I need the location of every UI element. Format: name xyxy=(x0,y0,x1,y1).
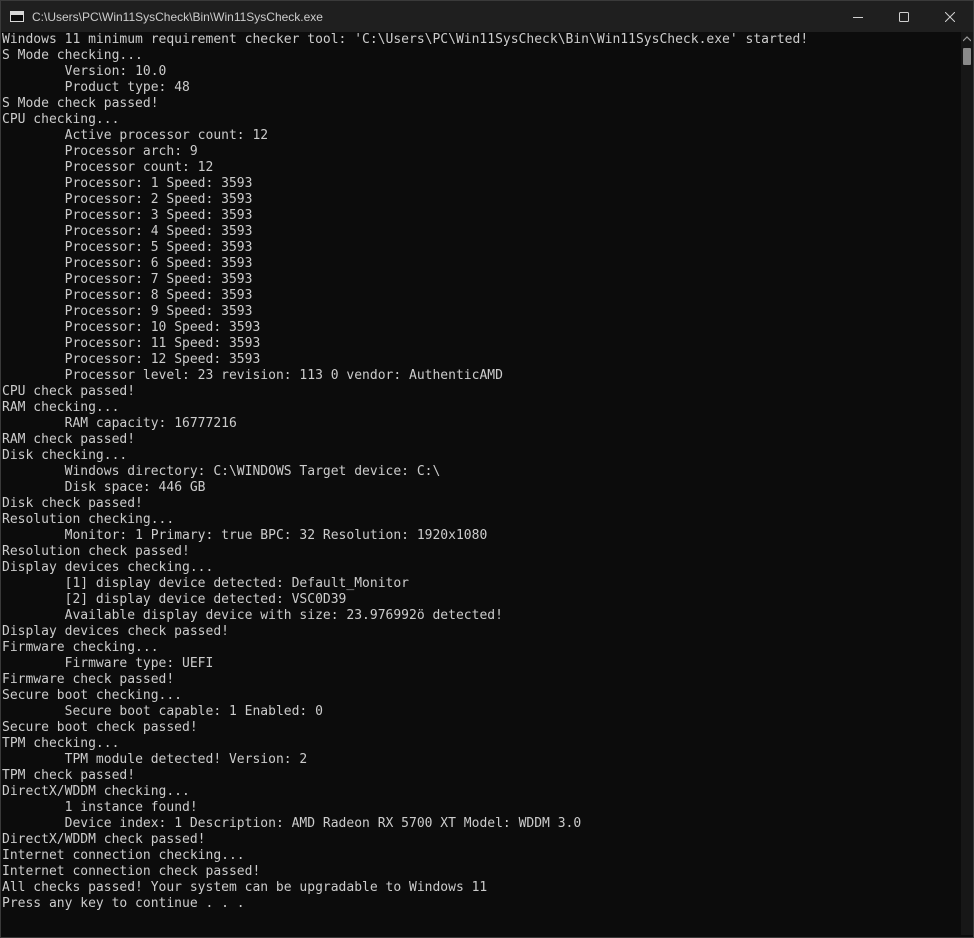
console-line: TPM check passed! xyxy=(2,768,136,783)
scroll-up-button[interactable] xyxy=(961,32,973,46)
console-line: Processor count: 12 xyxy=(2,160,214,175)
console-line: Resolution check passed! xyxy=(2,544,190,559)
console-line: Disk checking... xyxy=(2,448,128,463)
console-line: Processor: 1 Speed: 3593 xyxy=(2,176,253,191)
close-icon xyxy=(945,11,955,22)
console-line: Product type: 48 xyxy=(2,80,190,95)
console-output: Windows 11 minimum requirement checker t… xyxy=(1,32,963,912)
console-line: Active processor count: 12 xyxy=(2,128,269,143)
minimize-button[interactable] xyxy=(835,1,881,32)
console-line: Resolution checking... xyxy=(2,512,175,527)
window-title: C:\Users\PC\Win11SysCheck\Bin\Win11SysCh… xyxy=(32,9,323,24)
vertical-scrollbar[interactable] xyxy=(961,32,973,935)
console-line: Display devices checking... xyxy=(2,560,214,575)
console-line: Firmware check passed! xyxy=(2,672,175,687)
console-line: Secure boot checking... xyxy=(2,688,183,703)
console-line: Processor: 10 Speed: 3593 xyxy=(2,320,261,335)
console-line: RAM checking... xyxy=(2,400,120,415)
console-line: [2] display device detected: VSC0D39 xyxy=(2,592,347,607)
console-line: Processor: 9 Speed: 3593 xyxy=(2,304,253,319)
console-line: Processor: 6 Speed: 3593 xyxy=(2,256,253,271)
console-line: RAM check passed! xyxy=(2,432,136,447)
console-line: Internet connection check passed! xyxy=(2,864,261,879)
console-line: Disk space: 446 GB xyxy=(2,480,206,495)
console-line: Secure boot check passed! xyxy=(2,720,198,735)
console-line: CPU check passed! xyxy=(2,384,136,399)
chevron-up-icon xyxy=(963,36,971,42)
console-line: Available display device with size: 23.9… xyxy=(2,608,503,623)
minimize-icon xyxy=(853,16,863,18)
maximize-icon xyxy=(899,11,909,22)
console-line: Processor: 4 Speed: 3593 xyxy=(2,224,253,239)
console-output-area[interactable]: Windows 11 minimum requirement checker t… xyxy=(1,32,963,935)
console-line: [1] display device detected: Default_Mon… xyxy=(2,576,409,591)
console-line: Internet connection checking... xyxy=(2,848,245,863)
console-line: DirectX/WDDM check passed! xyxy=(2,832,206,847)
console-line: Processor level: 23 revision: 113 0 vend… xyxy=(2,368,503,383)
scrollbar-thumb[interactable] xyxy=(963,48,971,65)
console-line: S Mode checking... xyxy=(2,48,143,63)
console-window: C:\Users\PC\Win11SysCheck\Bin\Win11SysCh… xyxy=(0,0,974,938)
console-line: Display devices check passed! xyxy=(2,624,229,639)
console-line: Monitor: 1 Primary: true BPC: 32 Resolut… xyxy=(2,528,488,543)
title-bar[interactable]: C:\Users\PC\Win11SysCheck\Bin\Win11SysCh… xyxy=(1,1,973,32)
console-line: RAM capacity: 16777216 xyxy=(2,416,237,431)
console-line: Disk check passed! xyxy=(2,496,143,511)
console-line: Processor: 8 Speed: 3593 xyxy=(2,288,253,303)
console-line: DirectX/WDDM checking... xyxy=(2,784,190,799)
close-button[interactable] xyxy=(927,1,973,32)
console-line: CPU checking... xyxy=(2,112,120,127)
console-app-icon[interactable] xyxy=(10,11,24,22)
console-line: Windows 11 minimum requirement checker t… xyxy=(2,32,809,47)
console-line: Firmware type: UEFI xyxy=(2,656,214,671)
window-controls xyxy=(835,1,973,32)
console-line: Processor: 7 Speed: 3593 xyxy=(2,272,253,287)
console-line: S Mode check passed! xyxy=(2,96,159,111)
console-line: Processor: 11 Speed: 3593 xyxy=(2,336,261,351)
console-line: All checks passed! Your system can be up… xyxy=(2,880,488,895)
console-line: Firmware checking... xyxy=(2,640,159,655)
console-line: Processor arch: 9 xyxy=(2,144,198,159)
console-line: Processor: 2 Speed: 3593 xyxy=(2,192,253,207)
console-line: Windows directory: C:\WINDOWS Target dev… xyxy=(2,464,441,479)
console-line: Secure boot capable: 1 Enabled: 0 xyxy=(2,704,323,719)
console-line: TPM checking... xyxy=(2,736,120,751)
console-line: Version: 10.0 xyxy=(2,64,167,79)
console-line: TPM module detected! Version: 2 xyxy=(2,752,308,767)
console-line: Processor: 5 Speed: 3593 xyxy=(2,240,253,255)
console-line: Processor: 12 Speed: 3593 xyxy=(2,352,261,367)
maximize-button[interactable] xyxy=(881,1,927,32)
console-line: Processor: 3 Speed: 3593 xyxy=(2,208,253,223)
console-line: 1 instance found! xyxy=(2,800,198,815)
console-line: Press any key to continue . . . xyxy=(2,896,245,911)
console-line: Device index: 1 Description: AMD Radeon … xyxy=(2,816,582,831)
